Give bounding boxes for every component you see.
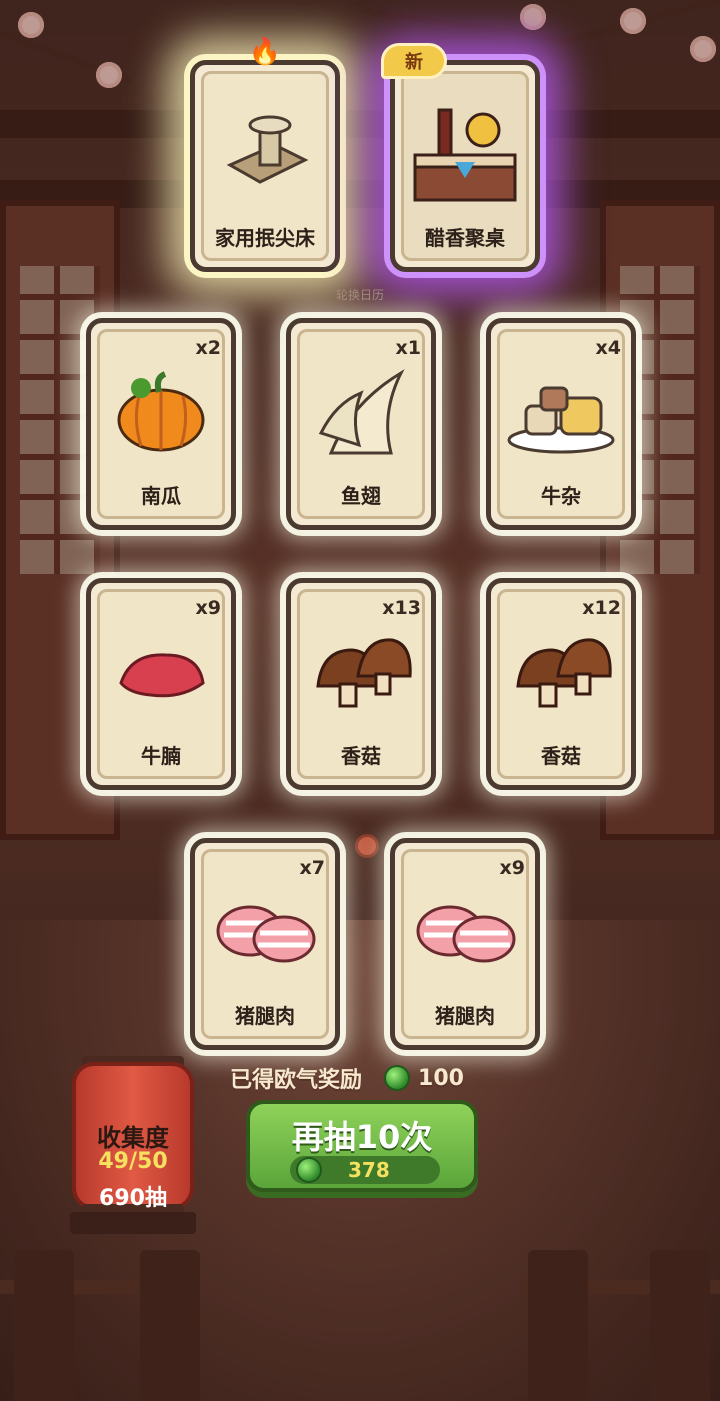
draw-again-label: 再抽10次 xyxy=(291,1118,433,1156)
item-card[interactable]: x1 鱼翅 xyxy=(286,318,436,530)
card-label: 牛杂 xyxy=(541,484,581,508)
card-count: x7 xyxy=(299,857,325,879)
item-card[interactable]: x9 猪腿肉 xyxy=(390,838,540,1050)
collection-title: 收集度 xyxy=(97,1124,169,1152)
collection-draws: 690抽 xyxy=(99,1186,167,1211)
fire-icon: 🔥 xyxy=(248,37,282,67)
card-label: 醋香聚桌 xyxy=(425,226,505,250)
card-count: x9 xyxy=(499,857,525,879)
pork-leg-icon xyxy=(395,883,535,983)
card-count: x4 xyxy=(595,337,621,359)
top-card-1[interactable]: 新 醋香聚桌 xyxy=(381,43,540,272)
shiitake-icon xyxy=(491,623,631,723)
card-label: 家用抿尖床 xyxy=(215,226,315,250)
pork-leg-icon xyxy=(195,883,335,983)
card-count: x12 xyxy=(582,597,621,619)
draw-cost: 378 xyxy=(348,1158,390,1182)
cost-pill: 378 xyxy=(290,1156,440,1184)
card-label: 鱼翅 xyxy=(341,484,381,508)
card-count: x2 xyxy=(195,337,221,359)
top-card-0[interactable]: 🔥 家用抿尖床 xyxy=(190,37,340,272)
card-count: x1 xyxy=(395,337,421,359)
reward-line: 已得欧气奖励 100 xyxy=(230,1062,464,1094)
reward-label: 已得欧气奖励 xyxy=(230,1068,363,1093)
shiitake-icon xyxy=(291,623,431,723)
item-card[interactable]: x9 牛腩 xyxy=(86,578,236,790)
card-count: x13 xyxy=(382,597,421,619)
noodle-press-icon xyxy=(195,105,335,205)
gem-icon xyxy=(384,1065,411,1091)
vinegar-table-icon xyxy=(395,105,535,205)
card-label: 香菇 xyxy=(541,744,581,768)
reward-value: 100 xyxy=(418,1065,464,1091)
calendar-label: 轮换日历 xyxy=(335,288,384,302)
card-label: 牛腩 xyxy=(141,744,181,768)
item-card[interactable]: x13 香菇 xyxy=(286,578,436,790)
card-count: x9 xyxy=(195,597,221,619)
item-card[interactable]: x7 猪腿肉 xyxy=(190,838,340,1050)
card-label: 南瓜 xyxy=(141,484,181,508)
card-label: 猪腿肉 xyxy=(435,1004,495,1028)
beef-brisket-icon xyxy=(91,623,231,723)
card-label: 猪腿肉 xyxy=(235,1004,295,1028)
lantern-stand xyxy=(70,1212,196,1234)
draw-again-button[interactable]: 再抽10次 378 xyxy=(246,1100,478,1192)
item-card[interactable]: x12 香菇 xyxy=(486,578,636,790)
collection-progress: 49/50 xyxy=(98,1149,168,1174)
shark-fin-icon xyxy=(291,363,431,463)
pumpkin-icon xyxy=(91,363,231,463)
gem-icon xyxy=(296,1157,322,1183)
card-label: 香菇 xyxy=(341,744,381,768)
item-card[interactable]: x4 牛杂 xyxy=(486,318,636,530)
item-card[interactable]: x2 南瓜 xyxy=(86,318,236,530)
beef-offal-icon xyxy=(491,363,631,463)
ornament-icon xyxy=(355,834,379,858)
new-badge: 新 xyxy=(381,43,447,79)
